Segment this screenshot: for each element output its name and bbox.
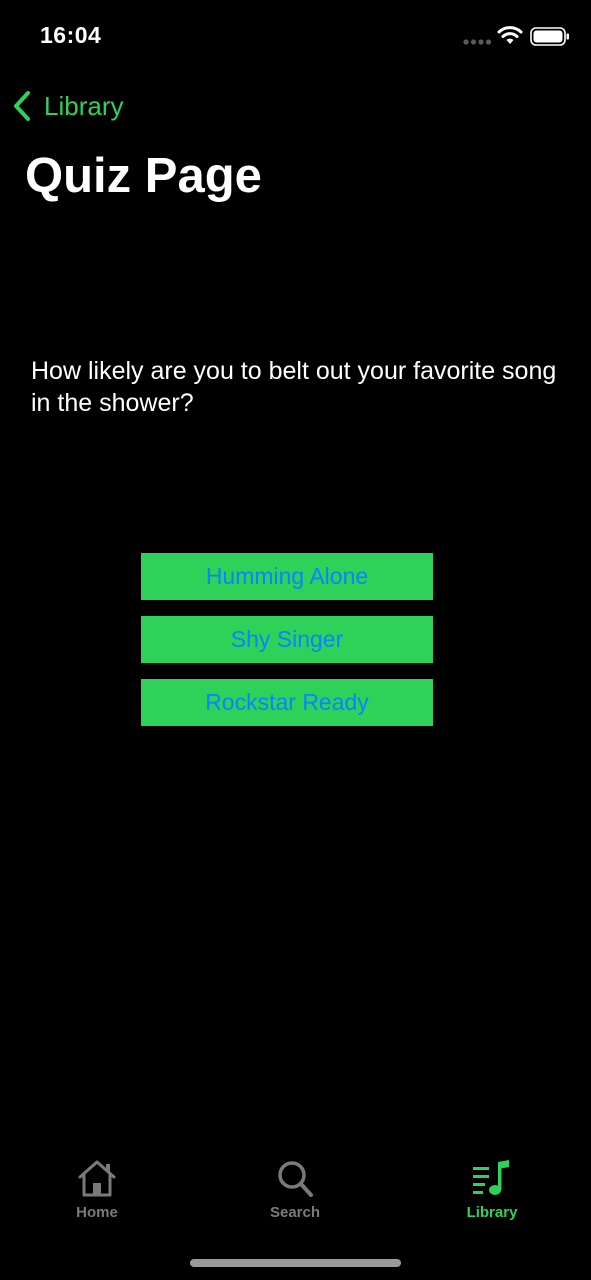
- cellular-signal-icon: [463, 39, 491, 45]
- answer-button-rockstar-ready[interactable]: Rockstar Ready: [141, 679, 433, 726]
- tab-label-library: Library: [466, 1204, 518, 1221]
- music-library-icon: [473, 1160, 509, 1195]
- tab-label-search: Search: [269, 1204, 321, 1221]
- home-icon: [78, 1160, 116, 1197]
- search-icon: [278, 1161, 313, 1197]
- battery-icon: [530, 27, 569, 46]
- tab-home[interactable]: Home: [37, 1150, 157, 1230]
- page-title: Quiz Page: [25, 149, 262, 203]
- tab-label-home: Home: [76, 1204, 118, 1221]
- wifi-icon: [497, 26, 523, 44]
- tab-search[interactable]: Search: [235, 1150, 355, 1230]
- chevron-left-icon: [14, 91, 30, 121]
- home-indicator: [190, 1259, 401, 1267]
- back-label: Library: [44, 90, 124, 121]
- tab-bar: Home Search Library: [0, 1150, 591, 1240]
- answer-list: Humming Alone Shy Singer Rockstar Ready: [141, 553, 433, 742]
- answer-button-shy-singer[interactable]: Shy Singer: [141, 616, 433, 663]
- back-button[interactable]: Library: [10, 86, 123, 126]
- status-bar: 16:04: [0, 0, 591, 74]
- tab-library[interactable]: Library: [432, 1150, 552, 1230]
- status-time: 16:04: [40, 22, 102, 48]
- quiz-question: How likely are you to belt out your favo…: [31, 357, 557, 417]
- answer-button-humming-alone[interactable]: Humming Alone: [141, 553, 433, 600]
